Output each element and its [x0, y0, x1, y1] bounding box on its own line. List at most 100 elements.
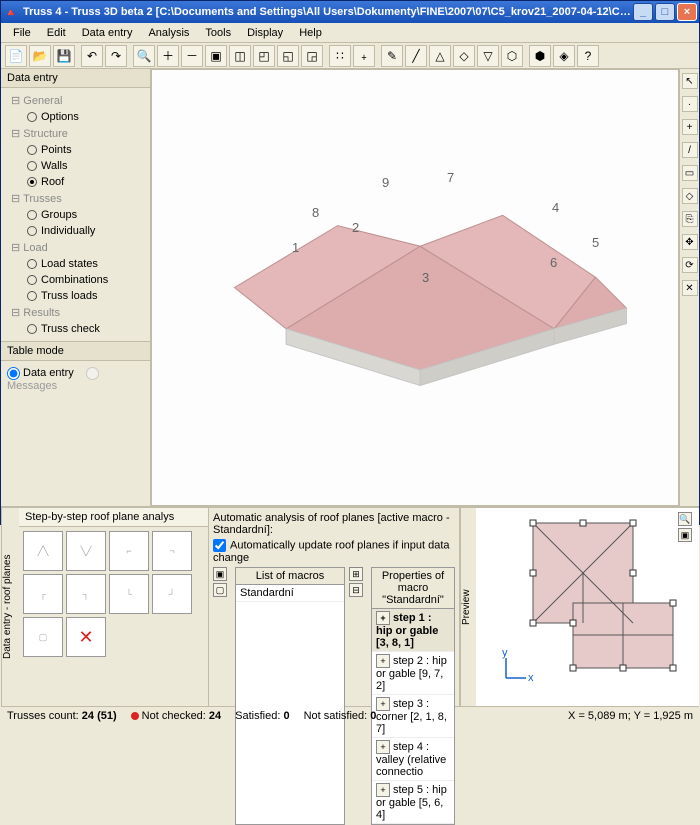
vp-tool-rect-icon[interactable]: ▭ [682, 165, 698, 181]
vp-tool-plus-icon[interactable]: + [682, 119, 698, 135]
macro-step[interactable]: +step 2 : hip or gable [9, 7, 2] [372, 652, 454, 695]
collapse-all-icon[interactable]: ▢ [213, 583, 227, 597]
expand-all-icon[interactable]: ▣ [213, 567, 227, 581]
macro-item[interactable]: Standardní [236, 585, 344, 602]
tree-item[interactable]: Walls [7, 158, 144, 174]
status-coords: X = 5,089 m; Y = 1,925 m [568, 710, 693, 722]
preview-fit-icon[interactable]: ▣ [678, 528, 692, 542]
tree-category[interactable]: ⊟ Results [7, 304, 144, 321]
step-cell[interactable]: ⌐ [109, 531, 149, 571]
menu-display[interactable]: Display [239, 25, 291, 41]
toolbar-points-icon[interactable]: ∷ [329, 45, 351, 67]
preview-tab[interactable]: Preview [460, 508, 476, 706]
toolbar-open-icon[interactable]: 📂 [29, 45, 51, 67]
toolbar-tool6-icon[interactable]: ⬡ [501, 45, 523, 67]
tree-item[interactable]: Points [7, 142, 144, 158]
menu-analysis[interactable]: Analysis [140, 25, 197, 41]
toolbar-new-icon[interactable]: 📄 [5, 45, 27, 67]
tree-item[interactable]: Options [7, 109, 144, 125]
toolbar-view4-icon[interactable]: ◲ [301, 45, 323, 67]
roof-label-2: 2 [352, 220, 359, 235]
toolbar-tool3-icon[interactable]: △ [429, 45, 451, 67]
bottom-tab[interactable]: Data entry - roof planes [1, 508, 19, 706]
toolbar-view1-icon[interactable]: ◫ [229, 45, 251, 67]
tree-item[interactable]: Load states [7, 256, 144, 272]
toolbar-snap-icon[interactable]: ﹢ [353, 45, 375, 67]
toolbar-zoomin-icon[interactable]: ＋ [157, 45, 179, 67]
step-cell[interactable]: ┌ [23, 574, 63, 614]
maximize-button[interactable]: □ [655, 3, 675, 21]
tree-item[interactable]: Individually [7, 223, 144, 239]
toolbar-zoom-icon[interactable]: 🔍 [133, 45, 155, 67]
tree-category[interactable]: ⊟ Trusses [7, 190, 144, 207]
tree-item[interactable]: Combinations [7, 272, 144, 288]
step-cell[interactable]: ╲╱ [66, 531, 106, 571]
step-cell[interactable]: ┘ [152, 574, 192, 614]
menu-help[interactable]: Help [291, 25, 330, 41]
step-cell[interactable]: ¬ [152, 531, 192, 571]
close-button[interactable]: × [677, 3, 697, 21]
toolbar-tool2-icon[interactable]: ╱ [405, 45, 427, 67]
tree-item[interactable]: Roof [7, 174, 144, 190]
status-trusses-value: 24 (51) [82, 710, 117, 722]
toolbar-help-icon[interactable]: ? [577, 45, 599, 67]
toolbar-3d-icon[interactable]: ⬢ [529, 45, 551, 67]
tree-category[interactable]: ⊟ General [7, 92, 144, 109]
vp-tool-arrow-icon[interactable]: ↖ [682, 73, 698, 89]
toolbar-redo-icon[interactable]: ↷ [105, 45, 127, 67]
toolbar-zoomout-icon[interactable]: － [181, 45, 203, 67]
toolbar-tool5-icon[interactable]: ▽ [477, 45, 499, 67]
status-sat-value: 0 [283, 710, 289, 722]
expand-icon[interactable]: + [376, 697, 390, 711]
preview-zoom-icon[interactable]: 🔍 [678, 512, 692, 526]
vp-tool-poly-icon[interactable]: ◇ [682, 188, 698, 204]
tree-item[interactable]: Truss check [7, 321, 144, 337]
step-cell[interactable]: ╱╲ [23, 531, 63, 571]
toolbar-3d2-icon[interactable]: ◈ [553, 45, 575, 67]
macros-list: List of macros Standardní [235, 567, 345, 825]
expand-icon[interactable]: + [376, 783, 390, 797]
step-cell[interactable]: ▢ [23, 617, 63, 657]
menu-file[interactable]: File [5, 25, 39, 41]
macro-step[interactable]: +step 1 : hip or gable [3, 8, 1] [372, 609, 454, 652]
window-title: Truss 4 - Truss 3D beta 2 [C:\Documents … [23, 6, 633, 18]
expand-icon[interactable]: + [376, 740, 390, 754]
tree-category[interactable]: ⊟ Load [7, 239, 144, 256]
menu-tools[interactable]: Tools [197, 25, 239, 41]
collapse-icon[interactable]: ⊟ [349, 583, 363, 597]
auto-update-checkbox[interactable]: Automatically update roof planes if inpu… [213, 539, 455, 564]
toolbar-view2-icon[interactable]: ◰ [253, 45, 275, 67]
toolbar-tool1-icon[interactable]: ✎ [381, 45, 403, 67]
vp-tool-copy-icon[interactable]: ⎘ [682, 211, 698, 227]
macro-step[interactable]: +step 4 : valley (relative connectio [372, 738, 454, 781]
macro-properties: Properties of macro "Standardní" +step 1… [371, 567, 455, 825]
toolbar-undo-icon[interactable]: ↶ [81, 45, 103, 67]
tree-item[interactable]: Truss loads [7, 288, 144, 304]
minimize-button[interactable]: _ [633, 3, 653, 21]
expand-icon[interactable]: ⊞ [349, 567, 363, 581]
expand-icon[interactable]: + [376, 654, 390, 668]
menu-edit[interactable]: Edit [39, 25, 74, 41]
step-cell[interactable]: └ [109, 574, 149, 614]
step-cell[interactable]: ┐ [66, 574, 106, 614]
macro-step[interactable]: +step 3 : corner [2, 1, 8, 7] [372, 695, 454, 738]
vp-tool-point-icon[interactable]: · [682, 96, 698, 112]
step-cell-delete[interactable] [66, 617, 106, 657]
vp-tool-move-icon[interactable]: ✥ [682, 234, 698, 250]
sidebar-title: Data entry [1, 69, 150, 88]
3d-viewport[interactable]: 9 8 7 2 1 3 4 5 6 [151, 69, 679, 506]
menu-data-entry[interactable]: Data entry [74, 25, 141, 41]
toolbar-tool4-icon[interactable]: ◇ [453, 45, 475, 67]
vp-tool-rot-icon[interactable]: ⟳ [682, 257, 698, 273]
table-mode-data-entry[interactable]: Data entry [7, 367, 74, 379]
vp-tool-line-icon[interactable]: / [682, 142, 698, 158]
tree-item[interactable]: Groups [7, 207, 144, 223]
macro-step[interactable]: +step 5 : hip or gable [5, 6, 4] [372, 781, 454, 824]
expand-icon[interactable]: + [376, 611, 390, 625]
toolbar-fit-icon[interactable]: ▣ [205, 45, 227, 67]
toolbar-view3-icon[interactable]: ◱ [277, 45, 299, 67]
vp-tool-del-icon[interactable]: ✕ [682, 280, 698, 296]
tree-category[interactable]: ⊟ Structure [7, 125, 144, 142]
roof-label-1: 1 [292, 240, 299, 255]
toolbar-save-icon[interactable]: 💾 [53, 45, 75, 67]
